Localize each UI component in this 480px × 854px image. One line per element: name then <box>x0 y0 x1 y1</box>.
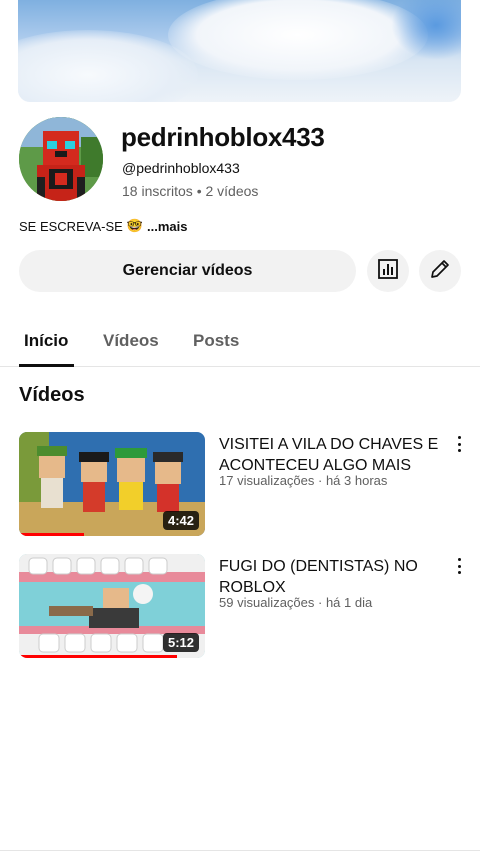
tab-posts[interactable]: Posts <box>193 331 239 351</box>
active-tab-indicator <box>19 364 74 367</box>
channel-tabs: Início Vídeos Posts <box>0 318 480 367</box>
video-thumbnail[interactable]: 4:42 <box>19 432 205 536</box>
description-text: SE ESCREVA-SE <box>19 218 123 234</box>
analytics-icon <box>377 258 399 285</box>
more-vert-icon[interactable] <box>451 434 467 454</box>
video-meta: 17 visualizações · há 3 horas <box>219 473 388 488</box>
divider <box>0 850 480 851</box>
video-title[interactable]: VISITEI A VILA DO CHAVES E ACONTECEU ALG… <box>219 434 441 476</box>
more-vert-icon[interactable] <box>451 556 467 576</box>
watch-progress-bar <box>19 655 178 658</box>
watch-progress-bar <box>19 533 85 536</box>
video-duration: 5:12 <box>162 633 199 652</box>
video-meta: 59 visualizações · há 1 dia <box>219 595 373 610</box>
nerd-emoji: 🤓 <box>126 218 143 233</box>
channel-avatar[interactable] <box>19 117 103 201</box>
video-item[interactable]: 5:12 FUGI DO (DENTISTAS) NO ROBLOX 59 vi… <box>19 554 461 658</box>
more-link[interactable]: ...mais <box>147 219 187 234</box>
tab-inicio[interactable]: Início <box>24 331 68 351</box>
channel-description[interactable]: SE ESCREVA-SE 🤓 ...mais <box>19 218 187 234</box>
channel-banner <box>18 0 461 102</box>
video-thumbnail[interactable]: 5:12 <box>19 554 205 658</box>
video-title[interactable]: FUGI DO (DENTISTAS) NO ROBLOX <box>219 556 441 598</box>
channel-stats: 18 inscritos • 2 vídeos <box>122 183 259 199</box>
channel-name: pedrinhoblox433 <box>121 122 325 152</box>
analytics-button[interactable] <box>367 250 409 292</box>
channel-handle: @pedrinhoblox433 <box>122 160 240 176</box>
video-duration: 4:42 <box>162 511 199 530</box>
tab-videos[interactable]: Vídeos <box>103 331 159 351</box>
edit-channel-button[interactable] <box>419 250 461 292</box>
video-item[interactable]: 4:42 VISITEI A VILA DO CHAVES E ACONTECE… <box>19 432 461 536</box>
section-title-videos: Vídeos <box>19 384 85 406</box>
manage-videos-button[interactable]: Gerenciar vídeos <box>19 250 356 292</box>
pencil-icon <box>429 258 451 285</box>
